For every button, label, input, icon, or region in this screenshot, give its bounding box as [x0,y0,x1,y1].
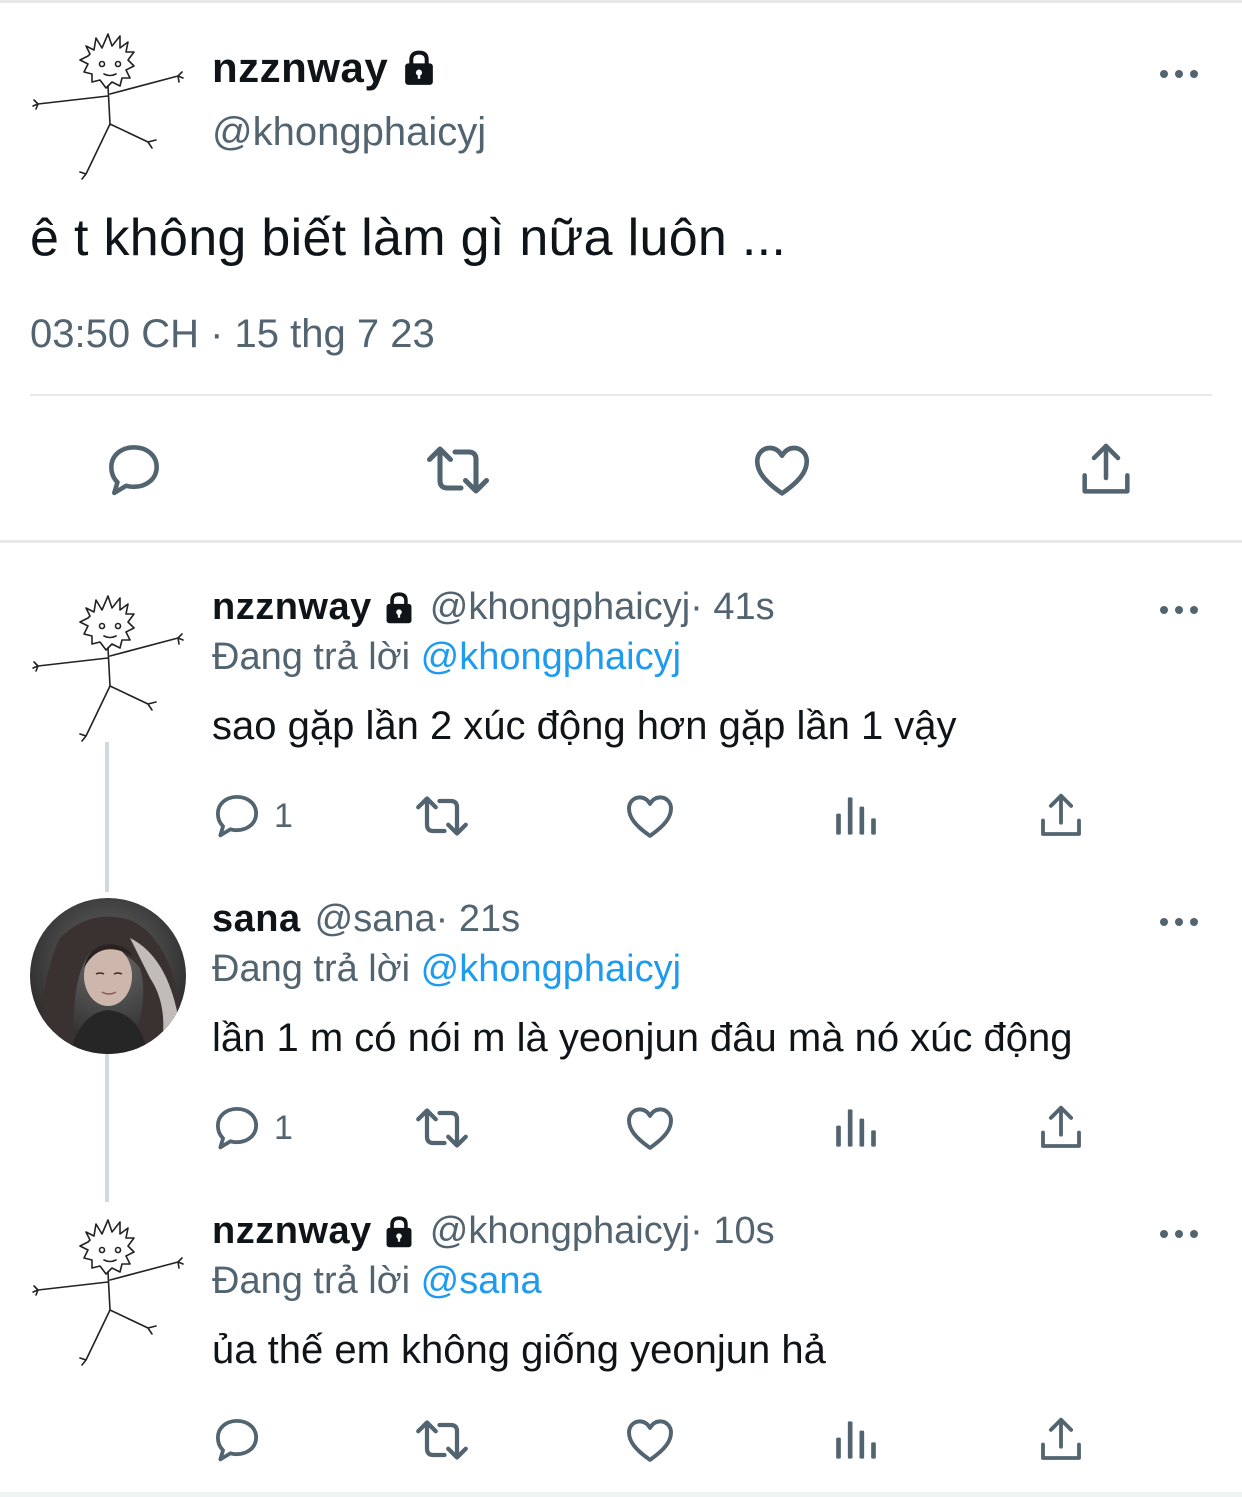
reply-button[interactable]: 1 [210,1098,293,1158]
reply-actions: 1 [0,1098,1242,1158]
mention-link[interactable]: @khongphaicyj [421,948,681,990]
replying-to: Đang trả lời @khongphaicyj [212,948,681,991]
share-button[interactable] [1066,430,1146,510]
reply-text: sao gặp lần 2 xúc động hơn gặp lần 1 vậy [212,704,957,748]
tweet-actions [0,430,1242,510]
views-icon [828,788,884,844]
reply-timestamp[interactable]: · 21s [436,898,520,941]
like-icon [622,1412,678,1468]
tweet-timestamp[interactable]: 03:50 CH · 15 thg 7 23 [30,312,435,357]
author-handle[interactable]: @khongphaicyj [212,110,486,155]
reply-actions: 1 [0,786,1242,846]
mention-link[interactable]: @khongphaicyj [421,636,681,678]
replying-label: Đang trả lời [212,948,421,990]
reply-button[interactable]: 1 [210,786,293,846]
share-button[interactable] [1034,786,1088,846]
views-icon [828,1412,884,1468]
avatar[interactable] [28,24,188,184]
like-button[interactable] [742,430,822,510]
more-icon[interactable] [1156,598,1202,622]
avatar[interactable] [28,1210,188,1370]
author-handle[interactable]: @khongphaicyj [430,1210,690,1253]
reply-count: 1 [274,1108,293,1147]
like-icon [622,788,678,844]
more-icon[interactable] [1156,1222,1202,1246]
author-name[interactable]: nzznway [212,586,372,629]
reply-timestamp[interactable]: · 10s [690,1210,774,1253]
share-icon [1034,789,1088,843]
reply-icon [210,1101,264,1155]
like-button[interactable] [622,1098,678,1158]
author-name[interactable]: sana [212,898,301,941]
reply-icon [210,1413,264,1467]
retweet-icon [422,434,494,506]
share-icon [1034,1101,1088,1155]
reply-text: ủa thế em không giống yeonjun hả [212,1328,826,1372]
replying-to: Đang trả lời @khongphaicyj [212,636,681,679]
share-icon [1034,1413,1088,1467]
author-handle[interactable]: @sana [315,898,436,941]
divider [30,394,1212,396]
mention-link[interactable]: @sana [421,1260,542,1302]
author-row: nzznway [212,44,438,92]
reply-count: 1 [274,796,293,835]
more-icon[interactable] [1156,910,1202,934]
share-button[interactable] [1034,1410,1088,1470]
author-handle[interactable]: @khongphaicyj [430,586,690,629]
reply-header: sana @sana · 21s [212,898,520,941]
author-name[interactable]: nzznway [212,44,388,92]
avatar-photo [30,898,186,1054]
like-icon [622,1100,678,1156]
replying-to: Đang trả lời @sana [212,1260,542,1303]
retweet-button[interactable] [412,1410,472,1470]
like-icon [749,437,815,503]
reply-button[interactable] [94,430,174,510]
reply-header: nzznway @khongphaicyj · 10s [212,1210,775,1253]
reply-timestamp[interactable]: · 41s [690,586,774,629]
reply-actions [0,1410,1242,1470]
retweet-icon [412,786,472,846]
reply-icon [210,789,264,843]
reply-header: nzznway @khongphaicyj · 41s [212,586,775,629]
retweet-icon [412,1098,472,1158]
more-icon[interactable] [1156,62,1202,86]
views-button[interactable] [828,1098,884,1158]
tweet-text: ê t không biết làm gì nữa luôn ... [30,209,787,267]
section-divider [0,540,1242,543]
views-icon [828,1100,884,1156]
views-button[interactable] [828,1410,884,1470]
lock-icon [400,48,438,88]
like-button[interactable] [622,786,678,846]
share-button[interactable] [1034,1098,1088,1158]
avatar[interactable] [30,898,186,1054]
share-icon [1074,438,1138,502]
reply-button[interactable] [210,1410,274,1470]
retweet-button[interactable] [418,430,498,510]
bottom-border [0,1492,1242,1497]
retweet-button[interactable] [412,786,472,846]
reply-text: lần 1 m có nói m là yeonjun đâu mà nó xú… [212,1016,1073,1060]
retweet-button[interactable] [412,1098,472,1158]
main-tweet: nzznway @khongphaicyj ê t không biết làm… [0,0,1242,540]
like-button[interactable] [622,1410,678,1470]
views-button[interactable] [828,786,884,846]
lock-icon [382,590,416,626]
replying-label: Đang trả lời [212,636,421,678]
avatar[interactable] [28,586,188,746]
author-name[interactable]: nzznway [212,1210,372,1253]
reply-icon [102,438,166,502]
retweet-icon [412,1410,472,1470]
replying-label: Đang trả lời [212,1260,421,1302]
lock-icon [382,1214,416,1250]
